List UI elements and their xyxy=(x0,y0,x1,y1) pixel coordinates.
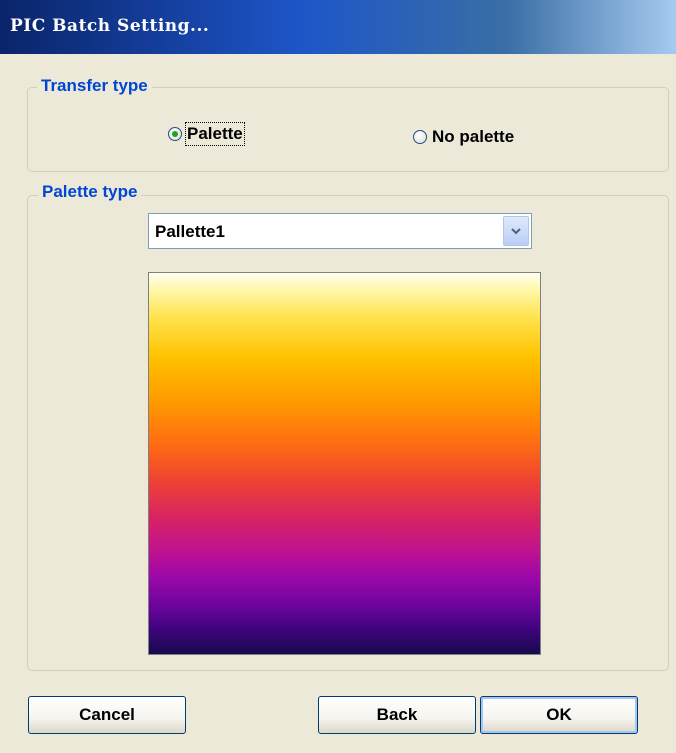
radio-no-palette[interactable]: No palette xyxy=(413,127,514,147)
transfer-type-group xyxy=(27,87,669,172)
ok-button[interactable]: OK xyxy=(480,696,638,734)
radio-palette-label: Palette xyxy=(185,122,245,146)
palette-type-legend: Palette type xyxy=(38,182,142,202)
palette-type-value: Pallette1 xyxy=(155,222,225,241)
cancel-button[interactable]: Cancel xyxy=(28,696,186,734)
transfer-type-legend: Transfer type xyxy=(37,76,152,96)
back-button[interactable]: Back xyxy=(318,696,476,734)
palette-preview xyxy=(148,272,541,655)
title-bar[interactable]: PIC Batch Setting... xyxy=(0,0,676,54)
radio-unchecked-icon[interactable] xyxy=(413,130,427,144)
chevron-down-icon[interactable] xyxy=(503,216,529,246)
radio-checked-icon[interactable] xyxy=(168,127,182,141)
radio-palette[interactable]: Palette xyxy=(168,122,245,146)
batch-setting-dialog: PIC Batch Setting... Transfer type Palet… xyxy=(0,0,676,753)
radio-no-palette-label: No palette xyxy=(432,127,515,146)
window-title: PIC Batch Setting... xyxy=(10,16,210,36)
palette-type-select[interactable]: Pallette1 xyxy=(148,213,532,249)
